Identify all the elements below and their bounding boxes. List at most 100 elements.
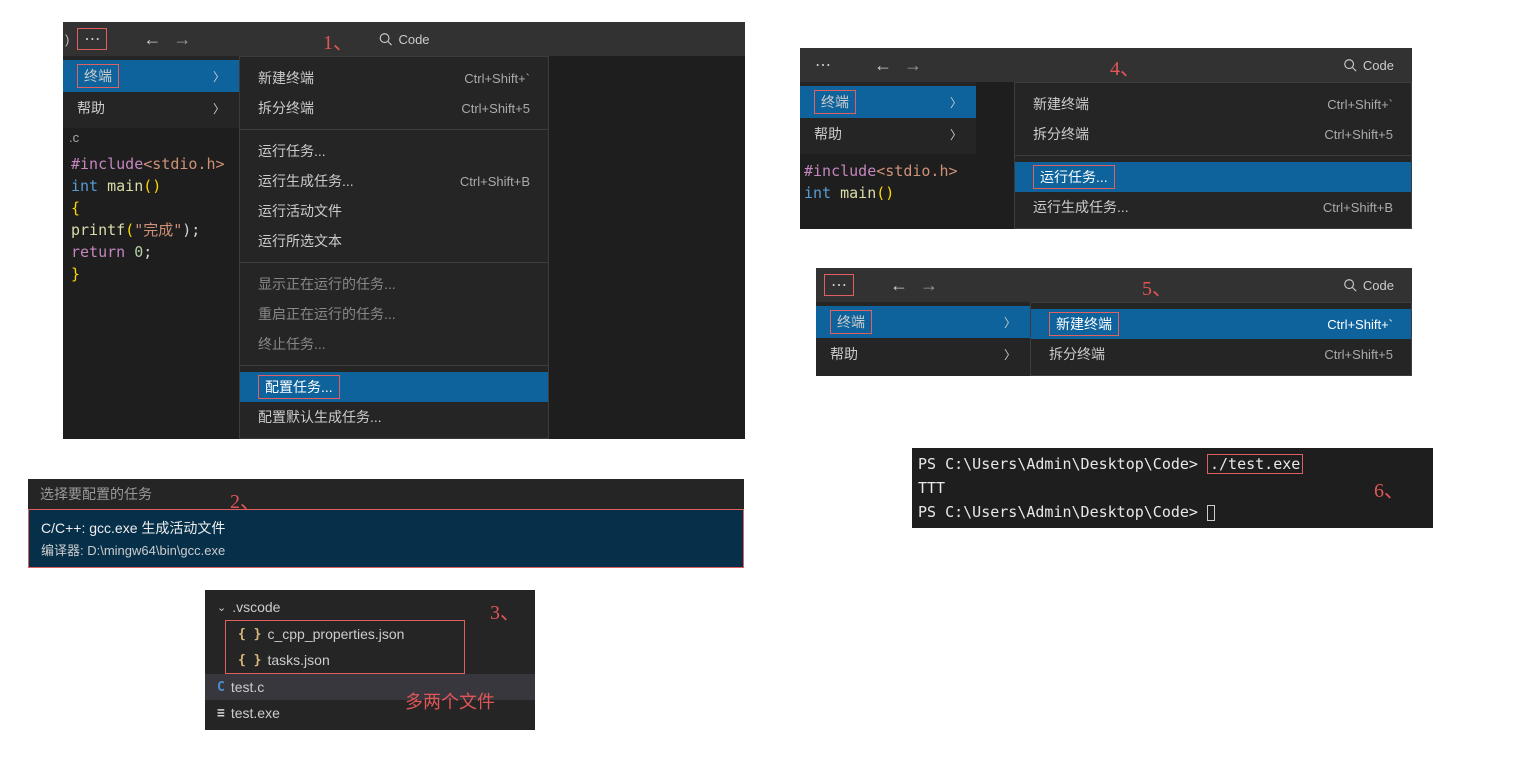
menu-terminal-label: 终端: [77, 64, 119, 88]
file-name: test.c: [231, 679, 264, 695]
nav-forward-icon[interactable]: →: [904, 55, 922, 76]
json-icon: { }: [238, 627, 261, 642]
task-picker-header: 选择要配置的任务: [28, 479, 744, 509]
submenu-item-label: 运行生成任务...: [258, 171, 354, 191]
explorer-tree: ⌄ .vscode { } c_cpp_properties.json { } …: [205, 590, 535, 730]
shortcut-label: Ctrl+Shift+`: [1327, 97, 1393, 112]
menu-terminal-label: 终端: [830, 310, 872, 334]
menu-help[interactable]: 帮助 〉: [816, 338, 1030, 370]
shortcut-label: Ctrl+Shift+5: [1324, 127, 1393, 142]
submenu-item[interactable]: 配置任务...: [240, 372, 548, 402]
menu-terminal[interactable]: 终端 〉: [816, 306, 1030, 338]
search-text: Code: [1363, 58, 1394, 73]
nav-arrows: ← →: [143, 29, 191, 50]
nav-back-icon[interactable]: ←: [874, 55, 892, 76]
more-menu-button[interactable]: ⋯: [77, 28, 107, 50]
terminal[interactable]: PS C:\Users\Admin\Desktop\Code> ./test.e…: [912, 448, 1433, 528]
submenu-item[interactable]: 新建终端Ctrl+Shift+`: [1015, 89, 1411, 119]
submenu-item[interactable]: 配置默认生成任务...: [240, 402, 548, 432]
step-2-label: 2、: [230, 485, 260, 514]
terminal-submenu: 新建终端Ctrl+Shift+`拆分终端Ctrl+Shift+5运行任务...运…: [239, 56, 549, 439]
submenu-item[interactable]: 新建终端 Ctrl+Shift+`: [240, 63, 548, 93]
menu-terminal-label: 终端: [814, 90, 856, 114]
submenu-item[interactable]: 运行生成任务...Ctrl+Shift+B: [1015, 192, 1411, 222]
exe-icon: ≡: [217, 706, 225, 721]
submenu-item[interactable]: 显示正在运行的任务...: [240, 269, 548, 299]
submenu-item[interactable]: 拆分终端Ctrl+Shift+5: [240, 93, 548, 123]
chevron-down-icon: ⌄: [217, 601, 226, 614]
submenu-item[interactable]: 运行生成任务... Ctrl+Shift+B: [240, 166, 548, 196]
tree-annotation: 多两个文件: [405, 688, 495, 714]
terminal-submenu: 新建终端Ctrl+Shift+`拆分终端Ctrl+Shift+5 运行任务...运…: [1014, 82, 1412, 229]
search-text: Code: [1363, 278, 1394, 293]
menu-help-label: 帮助: [77, 98, 105, 118]
submenu-item-label: 终止任务...: [258, 334, 326, 354]
submenu-item-label: 显示正在运行的任务...: [258, 274, 396, 294]
command-center[interactable]: Code: [378, 32, 429, 47]
menu-terminal[interactable]: 终端 〉: [800, 86, 976, 118]
terminal-submenu: 新建终端 Ctrl+Shift+` 拆分终端 Ctrl+Shift+5: [1030, 302, 1412, 376]
shortcut-label: Ctrl+Shift+B: [460, 174, 530, 189]
folder-name: .vscode: [232, 599, 280, 615]
submenu-item-label: 新建终端: [1049, 312, 1119, 336]
submenu-item[interactable]: 新建终端 Ctrl+Shift+`: [1031, 309, 1411, 339]
more-menu-button[interactable]: ⋯: [808, 54, 838, 76]
file-name: tasks.json: [267, 652, 329, 668]
task-picker-item[interactable]: C/C++: gcc.exe 生成活动文件 编译器: D:\mingw64\bi…: [28, 509, 744, 568]
submenu-item-label: 拆分终端: [1049, 344, 1105, 364]
nav-forward-icon[interactable]: →: [173, 29, 191, 50]
shortcut-label: Ctrl+Shift+B: [1323, 200, 1393, 215]
submenu-item[interactable]: 拆分终端 Ctrl+Shift+5: [1031, 339, 1411, 369]
menu-help-label: 帮助: [814, 124, 842, 144]
submenu-item[interactable]: 终止任务...: [240, 329, 548, 359]
shortcut-label: Ctrl+Shift+5: [1324, 347, 1393, 362]
command-center[interactable]: Code: [1343, 58, 1394, 73]
submenu-item-label: 新建终端: [258, 68, 314, 88]
menu-help[interactable]: 帮助 〉: [63, 92, 239, 124]
nav-back-icon[interactable]: ←: [143, 29, 161, 50]
submenu-item[interactable]: 运行任务...: [240, 136, 548, 166]
command-center[interactable]: Code: [1343, 278, 1394, 293]
step-6-label: 6、: [1374, 474, 1404, 503]
terminal-command: ./test.exe: [1207, 454, 1303, 474]
cursor-icon: [1207, 505, 1215, 521]
nav-forward-icon[interactable]: →: [920, 275, 938, 296]
search-text: Code: [398, 32, 429, 47]
folder-row[interactable]: ⌄ .vscode: [205, 594, 535, 620]
menu-terminal[interactable]: 终端 〉: [63, 60, 239, 92]
submenu-item-label: 拆分终端: [258, 98, 314, 118]
chevron-right-icon: 〉: [950, 126, 962, 143]
nav-back-icon[interactable]: ←: [890, 275, 908, 296]
overflow-menu: 终端 〉 帮助 〉: [63, 56, 239, 128]
submenu-item-label: 运行所选文本: [258, 231, 342, 251]
submenu-item[interactable]: 运行所选文本: [240, 226, 548, 256]
shortcut-label: Ctrl+Shift+`: [464, 71, 530, 86]
file-row[interactable]: { } tasks.json: [226, 647, 464, 673]
code-editor[interactable]: #include<stdio.h> int main(): [800, 154, 1014, 210]
file-name: test.exe: [231, 705, 280, 721]
step-1-label: 1、: [323, 26, 353, 55]
submenu-item[interactable]: 重启正在运行的任务...: [240, 299, 548, 329]
chevron-right-icon: 〉: [1004, 314, 1016, 331]
c-file-icon: C: [217, 680, 225, 695]
submenu-item[interactable]: 运行任务...: [1015, 162, 1411, 192]
task-picker-title: C/C++: gcc.exe 生成活动文件: [41, 518, 731, 538]
submenu-item[interactable]: 拆分终端Ctrl+Shift+5: [1015, 119, 1411, 149]
submenu-item-label: 配置默认生成任务...: [258, 407, 382, 427]
file-row[interactable]: { } c_cpp_properties.json: [226, 621, 464, 647]
overflow-menu: 终端 〉 帮助 〉: [800, 82, 976, 154]
submenu-item[interactable]: 运行活动文件: [240, 196, 548, 226]
chevron-right-icon: 〉: [950, 94, 962, 111]
code-editor[interactable]: #include<stdio.h> int main() { printf("完…: [63, 147, 239, 291]
shortcut-label: Ctrl+Shift+`: [1327, 317, 1393, 332]
step-5-label: 5、: [1142, 272, 1172, 301]
search-icon: [1343, 58, 1357, 72]
more-menu-button[interactable]: ⋯: [824, 274, 854, 296]
step-4-label: 4、: [1110, 52, 1140, 81]
menu-help[interactable]: 帮助 〉: [800, 118, 976, 150]
search-icon: [378, 32, 392, 46]
editor-tab[interactable]: .c: [63, 128, 239, 147]
overflow-menu: 终端 〉 帮助 〉: [816, 302, 1030, 376]
titlebar-1: ) ⋯ ← → Code 1、: [63, 22, 745, 56]
submenu-item-label: 重启正在运行的任务...: [258, 304, 396, 324]
